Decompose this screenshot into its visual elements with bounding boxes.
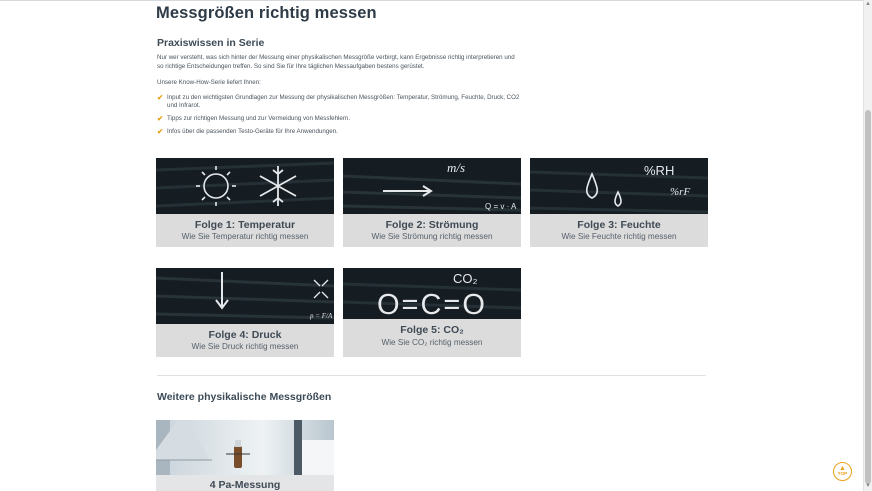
chalk-equation: O=C=O [377, 289, 487, 321]
flow-chalk-illustration: m/s Q = v · A [343, 158, 521, 214]
card-subtitle: Wie Sie Feuchte richtig messen [561, 232, 677, 241]
chalk-formula: p = F/A [309, 312, 333, 320]
scroll-down-arrow-icon[interactable]: ▼ [865, 483, 871, 490]
back-to-top-label: TOP [837, 472, 848, 477]
list-item: ✔ Tipps zur richtigen Messung und zur Ver… [157, 114, 527, 124]
card-title: 4 Pa-Messung [209, 479, 281, 491]
chalk-rf: %rF [670, 186, 690, 198]
list-item: ✔ Infos über die passenden Testo-Geräte f… [157, 127, 527, 137]
list-item-text: Infos über die passenden Testo-Geräte fü… [167, 128, 338, 136]
humidity-chalk-illustration: %RH %rF [530, 158, 708, 214]
chalk-unit: m/s [447, 160, 465, 175]
list-item-text: Tipps zur richtigen Messung und zur Verm… [167, 115, 351, 123]
intro-text: Nur wer versteht, was sich hinter der Me… [157, 54, 515, 70]
benefits-list: ✔ Input zu den wichtigsten Grundlagen zur… [157, 93, 527, 141]
page-title: Messgrößen richtig messen [156, 4, 377, 22]
list-item-text: Input zu den wichtigsten Grundlagen zur … [167, 94, 520, 110]
card-title: Folge 2: Strömung [385, 219, 479, 231]
vertical-scrollbar[interactable]: ▲ ▼ [863, 0, 872, 491]
card-caption: Folge 3: Feuchte Wie Sie Feuchte richtig… [530, 214, 708, 247]
section-divider [157, 375, 706, 376]
check-icon: ✔ [157, 93, 164, 102]
scroll-up-arrow-icon[interactable]: ▲ [865, 1, 871, 8]
card-druck[interactable]: p = F/A Folge 4: Druck Wie Sie Druck ric… [156, 268, 334, 357]
card-caption: 4 Pa-Messung [156, 475, 334, 491]
chalk-rh: %RH [644, 163, 674, 178]
card-subtitle: Wie Sie Druck richtig messen [191, 342, 299, 351]
card-caption: Folge 4: Druck Wie Sie Druck richtig mes… [156, 324, 334, 357]
card-stroemung[interactable]: m/s Q = v · A Folge 2: Strömung Wie Sie … [343, 158, 521, 247]
check-icon: ✔ [157, 127, 164, 137]
scrollbar-thumb[interactable] [865, 110, 871, 484]
card-subtitle: Wie Sie CO₂ richtig messen [381, 338, 483, 347]
temperature-chalk-illustration [156, 158, 334, 214]
chalk-label: CO₂ [453, 271, 478, 286]
kitchen-hood-photo [156, 420, 334, 475]
pressure-chalk-illustration: p = F/A [156, 268, 334, 324]
card-4pa-messung[interactable]: 4 Pa-Messung [156, 420, 334, 491]
back-to-top-button[interactable]: ▲ TOP [833, 462, 852, 481]
card-title: Folge 4: Druck [208, 329, 282, 341]
card-caption: Folge 1: Temperatur Wie Sie Temperatur r… [156, 214, 334, 247]
card-subtitle: Wie Sie Temperatur richtig messen [181, 232, 309, 241]
list-item: ✔ Input zu den wichtigsten Grundlagen zur… [157, 93, 527, 111]
section-title-weitere: Weitere physikalische Messgrößen [157, 391, 332, 403]
card-co2[interactable]: CO₂ O=C=O Folge 5: CO₂ Wie Sie CO₂ richt… [343, 268, 521, 357]
co2-chalk-illustration: CO₂ O=C=O [343, 268, 521, 324]
card-feuchte[interactable]: %RH %rF Folge 3: Feuchte Wie Sie Feuchte… [530, 158, 708, 247]
card-caption: Folge 5: CO₂ Wie Sie CO₂ richtig messen [343, 319, 521, 357]
card-title: Folge 3: Feuchte [577, 219, 661, 231]
card-temperatur[interactable]: Folge 1: Temperatur Wie Sie Temperatur r… [156, 158, 334, 247]
check-icon: ✔ [157, 114, 164, 124]
lead-text: Unsere Know-How-Serie liefert Ihnen: [157, 79, 261, 86]
section-title-praxiswissen: Praxiswissen in Serie [157, 37, 265, 49]
top-border [0, 0, 864, 1]
card-title: Folge 1: Temperatur [194, 219, 296, 231]
chalk-formula: Q = v · A [485, 202, 517, 211]
card-title: Folge 5: CO₂ [400, 324, 464, 336]
card-caption: Folge 2: Strömung Wie Sie Strömung richt… [343, 214, 521, 247]
arrow-up-icon: ▲ [839, 465, 846, 472]
card-subtitle: Wie Sie Strömung richtig messen [371, 232, 493, 241]
